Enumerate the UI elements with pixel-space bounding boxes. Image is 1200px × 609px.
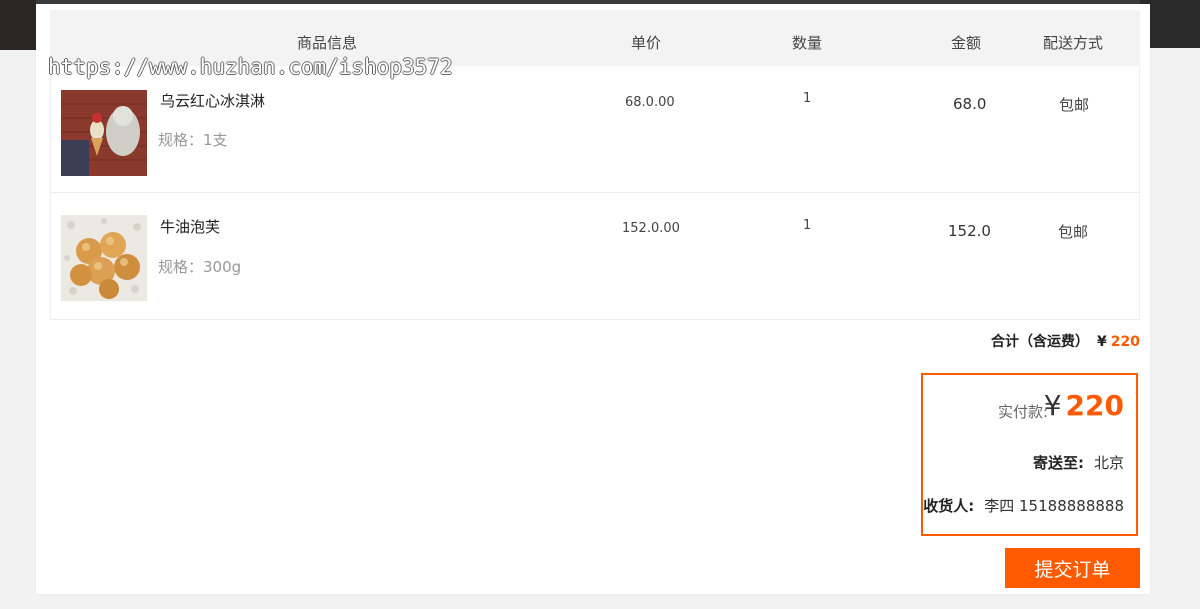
pay-currency: ¥	[1043, 389, 1062, 422]
pay-amount: ¥220	[1044, 389, 1124, 422]
table-header: 商品信息 单价 数量 金额 配送方式	[50, 10, 1140, 70]
header-product: 商品信息	[297, 34, 358, 52]
header-delivery: 配送方式	[1043, 34, 1104, 52]
delivery-method: 包邮	[1059, 96, 1090, 114]
header-unit-price: 单价	[631, 34, 662, 52]
ship-to: 寄送至: 北京	[1033, 452, 1124, 473]
order-total: 合计（含运费） ¥220	[991, 331, 1140, 351]
product-name[interactable]: 乌云红心冰淇淋	[160, 90, 265, 111]
total-label: 合计（含运费）	[991, 334, 1090, 350]
quantity: 1	[803, 218, 812, 233]
product-image[interactable]	[61, 90, 147, 176]
amount: 152.0	[948, 222, 991, 240]
total-value: 220	[1110, 334, 1140, 350]
backdrop-left	[0, 0, 36, 50]
receiver: 收货人: 李四 15188888888	[923, 495, 1124, 516]
product-spec: 规格：1支	[158, 131, 228, 149]
table-row: 牛油泡芙 规格：300g 152.0.00 1 152.0 包邮	[50, 193, 1140, 320]
header-quantity: 数量	[792, 34, 823, 52]
product-spec: 规格：300g	[158, 258, 242, 276]
table-row: 乌云红心冰淇淋 规格：1支 68.0.00 1 68.0 包邮	[50, 66, 1140, 193]
receiver-label: 收货人:	[923, 497, 975, 515]
amount: 68.0	[953, 95, 987, 113]
ship-to-value: 北京	[1093, 454, 1124, 472]
submit-order-button[interactable]: 提交订单	[1005, 548, 1140, 588]
product-name[interactable]: 牛油泡芙	[160, 216, 220, 237]
delivery-method: 包邮	[1058, 223, 1089, 241]
receiver-value: 李四 15188888888	[984, 497, 1124, 515]
product-image[interactable]	[61, 215, 147, 301]
header-amount: 金额	[951, 34, 982, 52]
unit-price: 152.0.00	[622, 221, 680, 236]
pay-amount-value: 220	[1065, 389, 1124, 422]
payment-summary-box: 实付款: ¥220 寄送至: 北京 收货人: 李四 15188888888	[921, 373, 1138, 536]
total-currency: ¥	[1097, 334, 1107, 350]
quantity: 1	[803, 91, 812, 106]
unit-price: 68.0.00	[625, 95, 675, 110]
pay-label: 实付款:	[997, 403, 1048, 421]
ship-to-label: 寄送至:	[1032, 454, 1084, 472]
